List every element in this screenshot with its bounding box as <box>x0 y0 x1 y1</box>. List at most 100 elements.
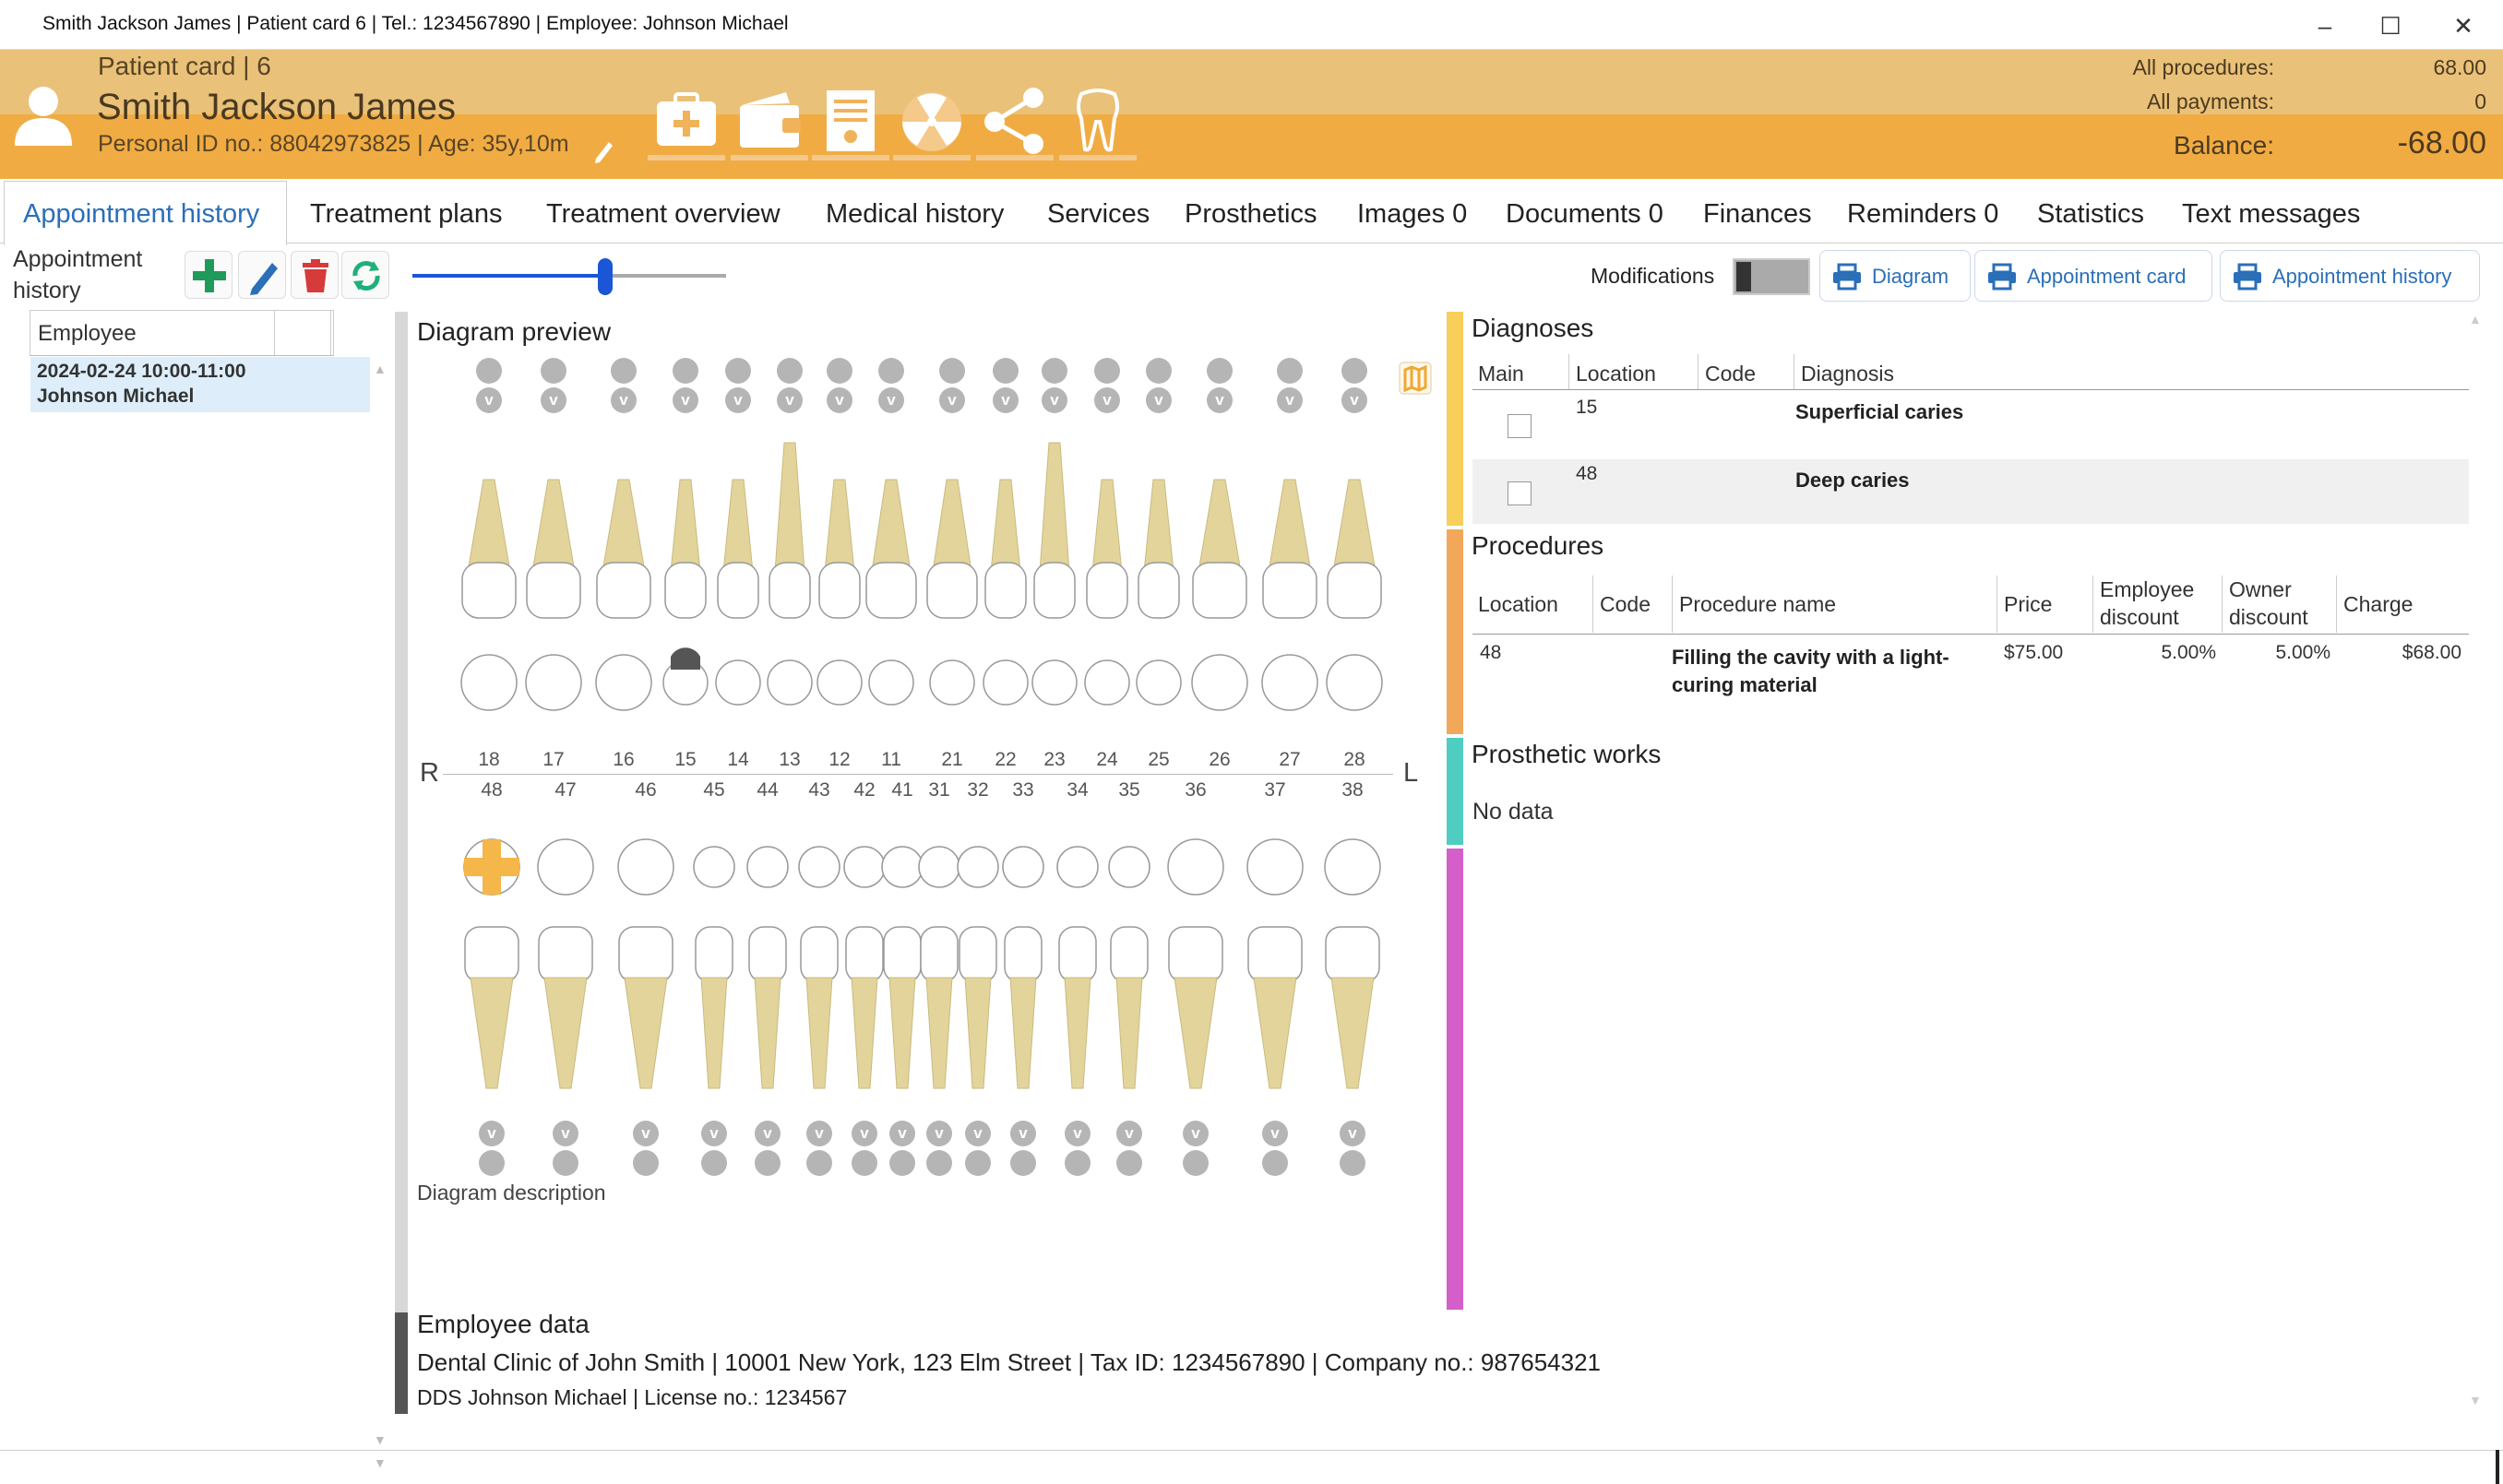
tooth-crown-37[interactable] <box>1247 926 1303 983</box>
diag-header-location[interactable]: Location <box>1576 362 1656 386</box>
tab-appointment-history[interactable]: Appointment history <box>23 199 259 230</box>
tooth-occlusal-45[interactable] <box>693 846 735 888</box>
tooth-occlusal-38[interactable] <box>1324 838 1381 896</box>
vitality-button-41[interactable]: v <box>889 1121 915 1146</box>
tab-images[interactable]: Images 0 <box>1357 199 1467 230</box>
tooth-dot-18[interactable] <box>476 358 502 384</box>
delete-button[interactable] <box>291 251 339 299</box>
diag-header-main[interactable]: Main <box>1478 362 1524 386</box>
tooth-crown-13[interactable] <box>769 562 811 619</box>
tooth-occlusal-12[interactable] <box>816 659 863 706</box>
vitality-button-22[interactable]: v <box>993 387 1019 413</box>
proc-header-code[interactable]: Code <box>1600 592 1651 617</box>
tooth-occlusal-24[interactable] <box>1084 659 1130 706</box>
vitality-button-28[interactable]: v <box>1341 387 1367 413</box>
tooth-occlusal-34[interactable] <box>1056 846 1099 888</box>
vitality-button-31[interactable]: v <box>926 1121 952 1146</box>
employee-column-header[interactable]: Employee <box>38 321 137 347</box>
map-icon[interactable] <box>1399 362 1432 395</box>
diag-header-code[interactable]: Code <box>1705 362 1756 386</box>
tooth-occlusal-28[interactable] <box>1326 654 1383 711</box>
vitality-button-36[interactable]: v <box>1183 1121 1209 1146</box>
tooth-chart[interactable] <box>434 424 1412 1107</box>
proc-header-owner-discount-1[interactable]: Owner <box>2229 577 2292 602</box>
tooth-dot-43[interactable] <box>806 1150 832 1176</box>
tooth-dot-42[interactable] <box>852 1150 877 1176</box>
tooth-occlusal-32[interactable] <box>957 846 999 888</box>
tab-text-messages[interactable]: Text messages <box>2182 199 2360 230</box>
tooth-dot-25[interactable] <box>1146 358 1172 384</box>
vitality-button-18[interactable]: v <box>476 387 502 413</box>
tooth-occlusal-14[interactable] <box>715 659 761 706</box>
vitality-button-35[interactable]: v <box>1116 1121 1142 1146</box>
right-scroll-down[interactable]: ▼ <box>2469 1393 2482 1407</box>
caries-mark-15[interactable] <box>671 647 700 670</box>
tooth-crown-45[interactable] <box>695 926 733 983</box>
list-scroll-down[interactable]: ▼ <box>374 1432 387 1447</box>
vitality-button-12[interactable]: v <box>827 387 852 413</box>
add-button[interactable] <box>185 251 232 299</box>
document-button[interactable] <box>812 85 889 160</box>
tooth-crown-47[interactable] <box>538 926 593 983</box>
tooth-crown-35[interactable] <box>1110 926 1149 983</box>
tooth-crown-25[interactable] <box>1138 562 1180 619</box>
tooth-crown-48[interactable] <box>464 926 519 983</box>
proc-header-location[interactable]: Location <box>1478 592 1558 617</box>
tooth-occlusal-46[interactable] <box>617 838 674 896</box>
vitality-button-21[interactable]: v <box>939 387 965 413</box>
vitality-button-48[interactable]: v <box>479 1121 505 1146</box>
tooth-dot-23[interactable] <box>1042 358 1067 384</box>
tooth-crown-21[interactable] <box>926 562 978 619</box>
right-scroll-up[interactable]: ▲ <box>2469 312 2482 326</box>
vitality-button-27[interactable]: v <box>1277 387 1303 413</box>
tab-prosthetics[interactable]: Prosthetics <box>1185 199 1317 230</box>
splitter[interactable] <box>395 312 408 1312</box>
tooth-crown-26[interactable] <box>1192 562 1247 619</box>
vitality-button-32[interactable]: v <box>965 1121 991 1146</box>
tooth-crown-23[interactable] <box>1033 562 1076 619</box>
diagnosis-row[interactable]: 15 Superficial caries <box>1472 391 2469 459</box>
tooth-occlusal-25[interactable] <box>1136 659 1182 706</box>
tooth-crown-28[interactable] <box>1327 562 1382 619</box>
tooth-dot-32[interactable] <box>965 1150 991 1176</box>
tooth-dot-36[interactable] <box>1183 1150 1209 1176</box>
tooth-dot-35[interactable] <box>1116 1150 1142 1176</box>
tooth-dot-16[interactable] <box>611 358 637 384</box>
vitality-button-24[interactable]: v <box>1094 387 1120 413</box>
tooth-occlusal-18[interactable] <box>460 654 518 711</box>
tooth-dot-47[interactable] <box>553 1150 578 1176</box>
tooth-dot-41[interactable] <box>889 1150 915 1176</box>
vitality-button-13[interactable]: v <box>777 387 803 413</box>
tooth-crown-31[interactable] <box>920 926 959 983</box>
tooth-dot-28[interactable] <box>1341 358 1367 384</box>
vitality-button-43[interactable]: v <box>806 1121 832 1146</box>
tooth-dot-48[interactable] <box>479 1150 505 1176</box>
resize-grip[interactable] <box>2496 1450 2499 1484</box>
tooth-occlusal-16[interactable] <box>595 654 652 711</box>
tooth-dot-12[interactable] <box>827 358 852 384</box>
tooth-crown-33[interactable] <box>1004 926 1043 983</box>
vitality-button-14[interactable]: v <box>725 387 751 413</box>
vitality-button-38[interactable]: v <box>1340 1121 1365 1146</box>
tooth-button[interactable] <box>1059 85 1137 160</box>
vitality-button-45[interactable]: v <box>701 1121 727 1146</box>
tooth-crown-44[interactable] <box>748 926 787 983</box>
tooth-dot-13[interactable] <box>777 358 803 384</box>
print-appointment-card-button[interactable]: Appointment card <box>1974 250 2212 302</box>
vitality-button-16[interactable]: v <box>611 387 637 413</box>
tooth-crown-16[interactable] <box>596 562 651 619</box>
tab-statistics[interactable]: Statistics <box>2037 199 2144 230</box>
tooth-dot-45[interactable] <box>701 1150 727 1176</box>
tooth-occlusal-44[interactable] <box>746 846 789 888</box>
zoom-slider-thumb[interactable] <box>598 258 613 295</box>
tooth-occlusal-37[interactable] <box>1246 838 1304 896</box>
list-scroll-up[interactable]: ▲ <box>374 362 387 376</box>
tooth-dot-34[interactable] <box>1065 1150 1091 1176</box>
tooth-dot-11[interactable] <box>878 358 904 384</box>
appointment-row[interactable]: 2024-02-24 10:00-11:00 Johnson Michael <box>30 357 370 412</box>
proc-header-name[interactable]: Procedure name <box>1679 592 1836 617</box>
tooth-dot-22[interactable] <box>993 358 1019 384</box>
tooth-crown-12[interactable] <box>818 562 861 619</box>
tooth-occlusal-22[interactable] <box>983 659 1029 706</box>
edit-pencil-icon[interactable] <box>592 137 614 164</box>
